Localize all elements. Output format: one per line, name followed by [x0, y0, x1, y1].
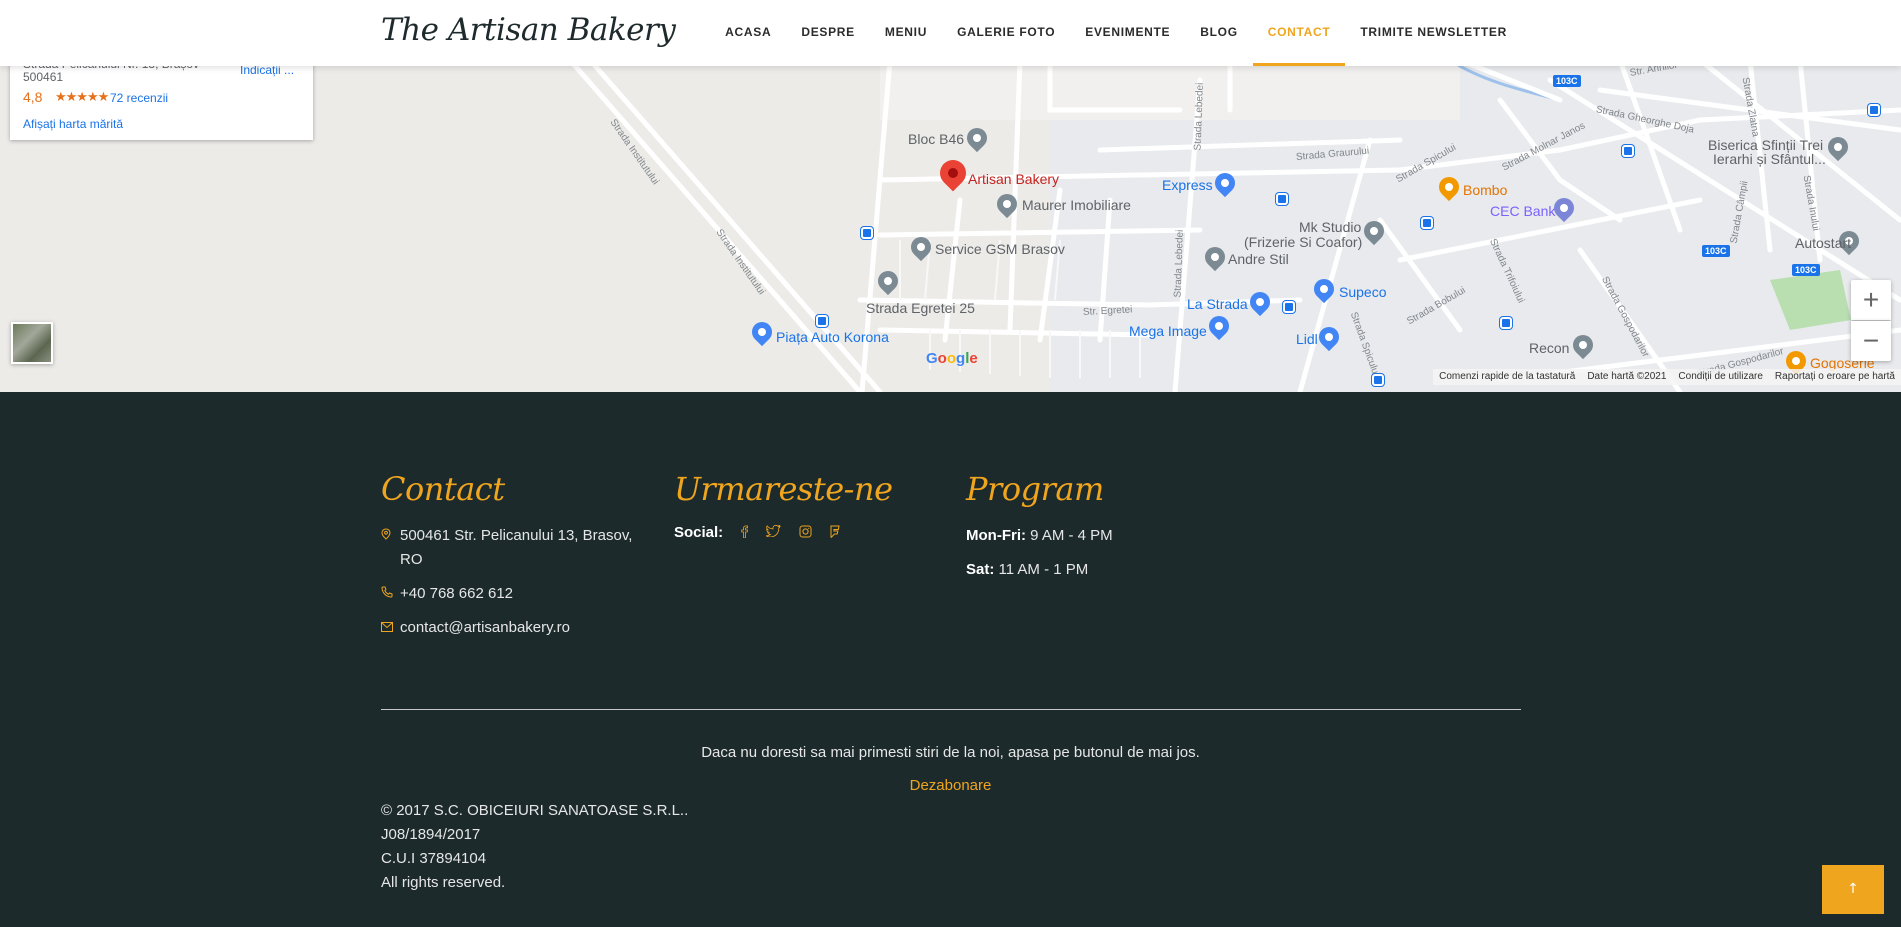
phone-line: +40 768 662 612	[381, 582, 641, 606]
registration-number: J08/1894/2017	[381, 826, 481, 843]
place-label[interactable]: Ierarhi și Sfântul...	[1713, 151, 1826, 167]
unsubscribe-link-text[interactable]: Dezabonare	[910, 777, 992, 794]
envelope-icon	[381, 616, 400, 640]
email-text[interactable]: contact@artisanbakery.ro	[400, 616, 570, 640]
keyboard-shortcuts-link[interactable]: Comenzi rapide de la tastatură	[1439, 369, 1575, 385]
footer-divider	[381, 709, 1521, 710]
program-heading: Program	[966, 470, 1104, 508]
nav-galerie-foto[interactable]: GALERIE FOTO	[942, 0, 1070, 66]
social-label: Social:	[674, 524, 724, 541]
route-badge: 103C	[1702, 245, 1730, 257]
nav-meniu[interactable]: MENIU	[870, 0, 942, 66]
nav-acasa[interactable]: ACASA	[710, 0, 786, 66]
nav-evenimente[interactable]: EVENIMENTE	[1070, 0, 1185, 66]
scroll-to-top-button[interactable]: ↑	[1822, 865, 1884, 914]
place-label[interactable]: Bombo	[1463, 182, 1507, 198]
place-label[interactable]: Piața Auto Korona	[776, 329, 889, 345]
site-logo[interactable]: The Artisan Bakery	[381, 12, 676, 48]
instagram-icon[interactable]	[799, 525, 812, 541]
twitter-icon[interactable]	[764, 524, 781, 540]
nav-contact[interactable]: CONTACT	[1252, 0, 1346, 66]
place-label-artisan[interactable]: Artisan Bakery	[968, 171, 1059, 187]
unsubscribe-message: Daca nu doresti sa mai primesti stiri de…	[701, 744, 1200, 761]
social-row: Social:	[674, 524, 934, 541]
map-data-label: Date hartă ©2021	[1587, 371, 1667, 382]
rights-text: All rights reserved.	[381, 874, 506, 891]
social-column: Urmareste-ne Social:	[674, 470, 934, 541]
place-label[interactable]: La Strada	[1187, 296, 1248, 312]
site-header: The Artisan Bakery ACASA DESPRE MENIU GA…	[0, 0, 1901, 66]
place-label[interactable]: Supeco	[1339, 284, 1386, 300]
bus-stop-icon[interactable]	[816, 315, 828, 327]
address-text: 500461 Str. Pelicanului 13, Brasov, RO	[400, 527, 633, 568]
weekday-label: Mon-Fri:	[966, 527, 1026, 544]
view-larger-map-link[interactable]: Afișați harta mărită	[23, 117, 123, 131]
bus-stop-icon[interactable]	[1276, 193, 1288, 205]
address-line: 500461 Str. Pelicanului 13, Brasov, RO	[381, 524, 641, 572]
weekday-hours-value: 9 AM - 4 PM	[1030, 527, 1113, 544]
foursquare-icon[interactable]	[830, 525, 840, 541]
map-attribution-bar: Comenzi rapide de la tastatură Date hart…	[1433, 369, 1901, 385]
legal-info: © 2017 S.C. OBICEIURI SANATOASE S.R.L.. …	[381, 799, 688, 895]
reviews-link[interactable]: 72 recenzii	[110, 91, 168, 105]
copyright-text: © 2017 S.C. OBICEIURI SANATOASE S.R.L..	[381, 802, 689, 819]
bus-stop-icon[interactable]	[1421, 217, 1433, 229]
place-label[interactable]: (Frizerie Si Coafor)	[1244, 234, 1362, 250]
report-error-link[interactable]: Raportați o eroare pe hartă	[1775, 369, 1895, 385]
program-column: Program Mon-Fri: 9 AM - 4 PM Sat: 11 AM …	[966, 470, 1226, 592]
saturday-hours-value: 11 AM - 1 PM	[998, 561, 1089, 578]
zoom-in-button[interactable]: +	[1851, 280, 1891, 320]
place-label[interactable]: Bloc B46	[908, 131, 964, 147]
place-label[interactable]: Service GSM Brasov	[935, 241, 1065, 257]
map-marker-icon	[381, 524, 400, 572]
place-label[interactable]: Express	[1162, 177, 1213, 193]
zoom-out-button[interactable]: −	[1851, 321, 1891, 361]
rating-stars-icon: ★★★★★	[55, 89, 109, 104]
rating-value: 4,8	[23, 89, 43, 105]
place-label[interactable]: Mk Studio	[1299, 219, 1361, 235]
place-label[interactable]: Autostart	[1795, 235, 1851, 251]
bus-stop-icon[interactable]	[1500, 317, 1512, 329]
place-postcode: 500461	[23, 70, 64, 84]
nav-blog[interactable]: BLOG	[1185, 0, 1252, 66]
place-label[interactable]: Lidl	[1296, 331, 1318, 347]
place-label[interactable]: Maurer Imobiliare	[1022, 197, 1131, 213]
route-badge: 103C	[1792, 264, 1820, 276]
saturday-label: Sat:	[966, 561, 995, 578]
saturday-hours: Sat: 11 AM - 1 PM	[966, 558, 1226, 582]
email-line: contact@artisanbakery.ro	[381, 616, 641, 640]
satellite-toggle[interactable]	[11, 322, 53, 364]
main-nav: ACASA DESPRE MENIU GALERIE FOTO EVENIMEN…	[710, 0, 1522, 66]
weekday-hours: Mon-Fri: 9 AM - 4 PM	[966, 524, 1226, 548]
social-heading: Urmareste-ne	[674, 470, 893, 508]
bus-stop-icon[interactable]	[1868, 104, 1880, 116]
contact-column: Contact 500461 Str. Pelicanului 13, Bras…	[381, 470, 641, 650]
bus-stop-icon[interactable]	[1622, 145, 1634, 157]
place-label[interactable]: Mega Image	[1129, 323, 1207, 339]
bus-stop-icon[interactable]	[1372, 374, 1384, 386]
place-label[interactable]: Strada Egretei 25	[866, 300, 975, 316]
phone-icon	[381, 582, 400, 606]
arrow-up-icon: ↑	[1847, 881, 1859, 897]
terms-link[interactable]: Condiții de utilizare	[1678, 369, 1763, 385]
nav-trimite-newsletter[interactable]: TRIMITE NEWSLETTER	[1345, 0, 1522, 66]
fiscal-code: C.U.I 37894104	[381, 850, 487, 867]
place-label[interactable]: Recon	[1529, 340, 1569, 356]
nav-despre[interactable]: DESPRE	[786, 0, 870, 66]
place-label[interactable]: Andre Stil	[1228, 251, 1289, 267]
place-label[interactable]: CEC Bank	[1490, 203, 1555, 219]
facebook-icon[interactable]	[741, 524, 749, 541]
site-footer: Contact 500461 Str. Pelicanului 13, Bras…	[0, 392, 1901, 927]
google-logo: Google	[926, 350, 978, 367]
contact-heading: Contact	[381, 470, 505, 508]
phone-text[interactable]: +40 768 662 612	[400, 582, 513, 606]
route-badge: 103C	[1553, 75, 1581, 87]
unsubscribe-link: Dezabonare	[0, 777, 1901, 794]
bus-stop-icon[interactable]	[861, 227, 873, 239]
bus-stop-icon[interactable]	[1283, 301, 1295, 313]
